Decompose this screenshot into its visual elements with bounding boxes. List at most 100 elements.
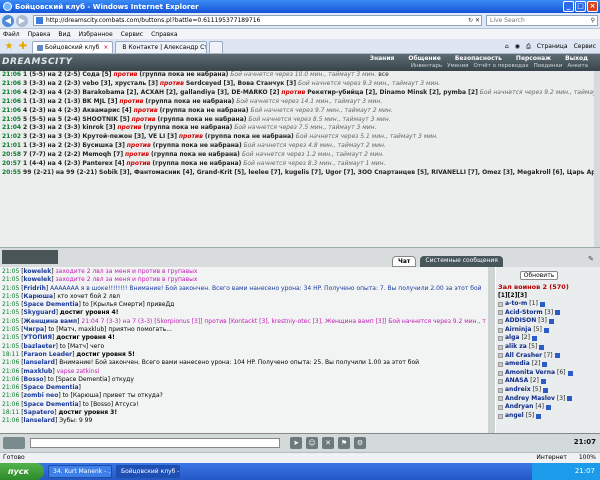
user-info-icon[interactable] (539, 301, 545, 307)
chat-scrollbar[interactable] (488, 267, 495, 433)
chat-nick[interactable]: kowelek (24, 276, 52, 283)
team-one[interactable]: Крутой-пежон [3], VE LI [3] (82, 133, 177, 140)
battle-row[interactable]: 21:01 1 (3-3) на 2 (2-3) Бусишка [3] про… (2, 142, 594, 151)
battle-row[interactable]: 21:02 3 (2-3) на 3 (3-3) Крутой-пежон [3… (2, 133, 594, 142)
user-info-icon[interactable] (548, 318, 554, 324)
online-user[interactable]: ANASA [2] (498, 377, 598, 386)
team-two[interactable]: (группа пока не набрана) (143, 124, 232, 131)
team-two[interactable]: Рекетир-убийца [2], Dinamo Minsk [2], py… (307, 89, 478, 96)
team-two[interactable]: (группа пока не набрана) (205, 133, 294, 140)
minimize-button[interactable]: _ (563, 1, 574, 12)
add-favorites-icon[interactable]: ✚ (16, 41, 30, 53)
battle-row[interactable]: 21:06 1 (1-3) на 2 (1-3) BK MJL [3] прот… (2, 98, 594, 107)
online-user[interactable]: andreix [5] (498, 386, 598, 395)
nav-skills[interactable]: Умения (447, 63, 468, 69)
chat-nick[interactable]: lanselard (24, 417, 55, 424)
team-one[interactable]: vebo [3], хрусталь [3] (82, 80, 158, 87)
chat-nick[interactable]: zombi neo (24, 392, 59, 399)
team-one[interactable]: Memoqh [7] (82, 151, 123, 158)
chat-nick[interactable]: Space Dementia (24, 301, 79, 308)
private-tag-icon[interactable] (498, 318, 503, 324)
nav-chat[interactable]: Общение (408, 55, 440, 62)
search-input[interactable]: Live Search ⚲ (486, 15, 598, 26)
online-user[interactable]: Andryan [4] (498, 403, 598, 412)
team-two[interactable]: (группа пока не набрана) (139, 71, 228, 78)
address-field[interactable]: http://dreamscity.combats.com/buttons.pl… (33, 15, 482, 26)
online-user[interactable]: a-to-m [1] (498, 300, 598, 309)
battle-row[interactable]: 21:06 1 (5-5) на 2 (2-5) Сода [5] против… (2, 71, 594, 80)
user-name[interactable]: Airninja (505, 326, 531, 335)
battle-row[interactable]: 20:58 7 (7-7) на 2 (2-2) Memoqh [7] прот… (2, 151, 594, 160)
user-info-icon[interactable] (536, 413, 542, 419)
user-name[interactable]: ADDISON (505, 317, 536, 326)
user-info-icon[interactable] (543, 327, 549, 333)
user-info-icon[interactable] (567, 370, 573, 376)
nav-exit[interactable]: Выход (565, 55, 588, 62)
chat-nick[interactable]: Карюша (24, 293, 54, 300)
chat-nick[interactable]: Sapatero (24, 409, 55, 416)
battle-row[interactable]: 21:06 3 (3-3) на 2 (2-3) vebo [3], хруст… (2, 80, 594, 89)
team-one[interactable]: Panterex [4] (82, 160, 124, 167)
private-tag-icon[interactable] (498, 379, 503, 385)
chat-nick[interactable]: kowelek (24, 268, 52, 275)
chat-nick[interactable]: bazlaeter (24, 343, 56, 350)
refresh-stop-icons[interactable]: ↻ ✕ (468, 16, 480, 26)
chat-nick[interactable]: Fridrih (24, 285, 46, 292)
menu-file[interactable]: Файл (3, 31, 20, 38)
team-two[interactable]: (группа пока не набрана) (160, 107, 249, 114)
private-tag-icon[interactable] (498, 413, 503, 419)
new-tab[interactable] (209, 41, 224, 53)
print-icon[interactable]: ⎙ (526, 43, 531, 51)
chat-nick[interactable]: Space Dementia (24, 384, 79, 391)
tab-chat[interactable]: Чат (392, 256, 417, 267)
zoom-level[interactable]: 100% (579, 453, 596, 463)
menu-view[interactable]: Вид (58, 31, 70, 38)
private-tag-icon[interactable] (498, 387, 503, 393)
favorites-star-icon[interactable]: ★ (2, 41, 16, 53)
team-one[interactable]: SHOOTNIK [5] (82, 116, 129, 123)
user-name[interactable]: angel (505, 412, 524, 421)
team-two[interactable]: (группа пока не набрана) (153, 142, 242, 149)
chat-mode-icon[interactable] (3, 437, 25, 449)
user-name[interactable]: alga (505, 334, 519, 343)
battle-row[interactable]: 20:55 99 (2-21) на 99 (2-21) Sobik [3], … (2, 169, 594, 178)
battle-row[interactable]: 21:04 2 (3-3) на 2 (3-3) kinrok [3] прот… (2, 124, 594, 133)
user-name[interactable]: a-to-m (505, 300, 527, 309)
refresh-button[interactable]: Обновить (520, 271, 558, 280)
online-user[interactable]: All Crasher [7] (498, 352, 598, 361)
chat-nick[interactable]: Faraon Leader (24, 351, 73, 358)
team-one[interactable]: Бусишка [3] (82, 142, 125, 149)
chat-nick[interactable]: maxklub (24, 368, 53, 375)
user-info-icon[interactable] (543, 387, 549, 393)
team-two[interactable]: (группа пока не набрана) (151, 151, 240, 158)
team-one[interactable]: Аквамарис [4] (82, 107, 131, 114)
menu-edit[interactable]: Правка (28, 31, 51, 38)
nav-security[interactable]: Безопасность (455, 55, 502, 62)
nav-character[interactable]: Персонаж (516, 55, 551, 62)
user-info-icon[interactable] (567, 396, 573, 402)
tools-menu[interactable]: Сервис (574, 43, 596, 51)
tab-vkontakte[interactable]: В Контакте | Александр Ст... (115, 41, 208, 53)
team-one[interactable]: BK MJL [3] (82, 98, 117, 105)
private-tag-icon[interactable] (498, 327, 503, 333)
battle-row[interactable]: 21:05 5 (5-5) на 5 (2-4) SHOOTNIK [5] пр… (2, 116, 594, 125)
nav-transfers[interactable]: Отчёт о переводах (473, 63, 528, 69)
nav-knowledge[interactable]: Знания (370, 55, 395, 62)
online-user[interactable]: Andrey Maslov [3] (498, 395, 598, 404)
online-user[interactable]: Acid-Storm [3] (498, 309, 598, 318)
private-tag-icon[interactable] (498, 404, 503, 410)
user-info-icon[interactable] (531, 336, 537, 342)
room-pages[interactable]: [1][2][3] (498, 292, 527, 299)
user-info-icon[interactable] (539, 344, 545, 350)
smile-icon[interactable]: ☺ (306, 437, 318, 449)
team-one[interactable]: kinrok [3] (82, 124, 115, 131)
user-info-icon[interactable] (554, 353, 560, 359)
online-user[interactable]: Airninja [5] (498, 326, 598, 335)
nav-duels[interactable]: Поединки (534, 63, 563, 69)
page-menu[interactable]: Страница (537, 43, 568, 51)
chat-nick[interactable]: УТОПИЯ (24, 334, 52, 341)
nav-inventory[interactable]: Инвентарь (411, 63, 442, 69)
user-name[interactable]: Andryan (505, 403, 533, 412)
user-info-icon[interactable] (542, 361, 548, 367)
private-tag-icon[interactable] (498, 336, 503, 342)
